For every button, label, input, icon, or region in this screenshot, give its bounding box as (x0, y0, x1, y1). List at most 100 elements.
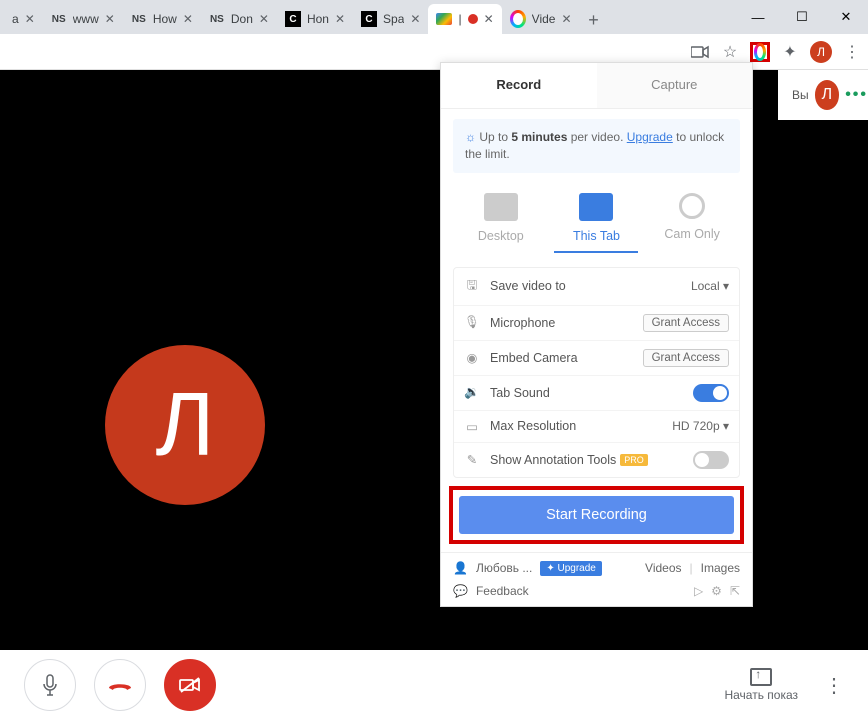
close-icon[interactable]: ✕ (484, 12, 494, 26)
mode-this-tab[interactable]: This Tab (554, 189, 638, 253)
tab-title: Vide (532, 12, 556, 26)
favicon: NS (51, 11, 67, 27)
videos-link[interactable]: Videos (645, 561, 681, 575)
present-button[interactable]: Начать показ (724, 668, 798, 702)
favicon (510, 11, 526, 27)
annotation-toggle[interactable] (693, 451, 729, 469)
browser-tab[interactable]: NS www ✕ (43, 4, 123, 34)
favicon: NS (209, 11, 225, 27)
close-window-button[interactable]: ✕ (824, 0, 868, 34)
images-link[interactable]: Images (701, 561, 740, 575)
setting-label: Microphone (490, 316, 633, 330)
close-icon[interactable]: ✕ (335, 12, 345, 26)
new-tab-button[interactable]: + (580, 6, 608, 34)
tab-capture[interactable]: Capture (597, 63, 753, 108)
browser-tab[interactable]: Vide ✕ (502, 4, 580, 34)
setting-label: Show Annotation ToolsPRO (490, 453, 683, 467)
pro-badge: PRO (620, 454, 648, 466)
browser-tab-active[interactable]: | ✕ (428, 4, 501, 34)
participant-avatar: Л (105, 345, 265, 505)
minimize-button[interactable]: — (736, 0, 780, 34)
tab-sound-toggle[interactable] (693, 384, 729, 402)
setting-resolution[interactable]: ▭ Max Resolution HD 720p ▾ (454, 410, 739, 442)
tab-title: Hon (307, 12, 329, 26)
close-icon[interactable]: ✕ (105, 12, 115, 26)
settings-icon[interactable]: ⚙ (711, 584, 722, 598)
close-icon[interactable]: ✕ (25, 12, 35, 26)
self-avatar[interactable]: Л (815, 80, 840, 110)
webcam-icon (679, 193, 705, 219)
grant-access-button[interactable]: Grant Access (643, 349, 729, 367)
close-icon[interactable]: ✕ (183, 12, 193, 26)
tab-record[interactable]: Record (441, 63, 597, 108)
banner-bold: 5 minutes (511, 130, 567, 144)
bulb-icon: ☼ (465, 130, 476, 144)
maximize-button[interactable]: ☐ (780, 0, 824, 34)
meet-bottom-bar: Начать показ ⋮ (0, 650, 868, 720)
grant-access-button[interactable]: Grant Access (643, 314, 729, 332)
banner-text: per video. (567, 130, 626, 144)
profile-avatar[interactable]: Л (810, 41, 832, 63)
start-highlight: Start Recording (449, 486, 744, 544)
camera-icon: ◉ (464, 350, 480, 365)
star-icon[interactable]: ☆ (720, 42, 740, 62)
setting-value: Local ▾ (691, 279, 729, 293)
limit-banner: ☼ Up to 5 minutes per video. Upgrade to … (453, 119, 740, 173)
user-name: Любовь ... (476, 561, 532, 575)
mode-cam-only[interactable]: Cam Only (650, 189, 734, 253)
browser-tab[interactable]: NS Don ✕ (201, 4, 277, 34)
video-library-icon[interactable]: ▷ (694, 584, 703, 598)
banner-text: Up to (479, 130, 511, 144)
window-icon (579, 193, 613, 221)
mode-desktop[interactable]: Desktop (459, 189, 543, 253)
setting-value: HD 720p ▾ (672, 419, 729, 433)
close-icon[interactable]: ✕ (561, 12, 571, 26)
setting-tab-sound: 🔉 Tab Sound (454, 375, 739, 410)
mode-label: This Tab (573, 229, 620, 243)
setting-label: Embed Camera (490, 351, 633, 365)
mic-icon: 🎙 (464, 315, 480, 330)
extensions-icon[interactable]: ✦ (780, 42, 800, 62)
sound-icon: 🔉 (464, 385, 480, 400)
feedback-link[interactable]: Feedback (476, 584, 529, 598)
browser-tabstrip: a ✕ NS www ✕ NS How ✕ NS Don ✕ C Hon ✕ C… (0, 0, 868, 34)
self-label: Вы (792, 88, 809, 102)
tab-title: | (458, 12, 461, 26)
user-icon: 👤 (453, 561, 468, 575)
tab-title: How (153, 12, 177, 26)
menu-icon[interactable]: ⋮ (842, 42, 862, 62)
camera-toggle-button[interactable] (164, 659, 216, 711)
mic-toggle-button[interactable] (24, 659, 76, 711)
tab-title: Spa (383, 12, 404, 26)
extension-highlighted-icon[interactable] (750, 42, 770, 62)
browser-tab[interactable]: C Hon ✕ (277, 4, 353, 34)
more-options-button[interactable]: ⋮ (824, 673, 844, 698)
panel-footer: 👤 Любовь ... ✦ Upgrade Videos | Images 💬… (441, 552, 752, 606)
camera-icon[interactable] (690, 42, 710, 62)
upgrade-badge[interactable]: ✦ Upgrade (540, 561, 602, 576)
browser-tab[interactable]: a ✕ (4, 4, 43, 34)
setting-label: Tab Sound (490, 386, 683, 400)
close-icon[interactable]: ✕ (259, 12, 269, 26)
upgrade-link[interactable]: Upgrade (627, 130, 673, 144)
more-icon[interactable]: ••• (845, 86, 868, 104)
setting-label: Save video to (490, 279, 681, 293)
save-icon: 🖫 (464, 276, 480, 297)
browser-tab[interactable]: NS How ✕ (123, 4, 201, 34)
favicon: C (285, 11, 301, 27)
setting-save-to[interactable]: 🖫 Save video to Local ▾ (454, 268, 739, 305)
close-icon[interactable]: ✕ (410, 12, 420, 26)
start-recording-button[interactable]: Start Recording (459, 496, 734, 534)
tab-title: a (12, 12, 19, 26)
favicon: NS (131, 11, 147, 27)
hangup-button[interactable] (94, 659, 146, 711)
window-controls: — ☐ ✕ (736, 0, 868, 34)
browser-tab[interactable]: C Spa ✕ (353, 4, 428, 34)
recorder-panel: Record Capture ☼ Up to 5 minutes per vid… (440, 62, 753, 607)
tab-title: Don (231, 12, 253, 26)
popout-icon[interactable]: ⇱ (730, 584, 740, 598)
record-icon (468, 14, 478, 24)
setting-embed-camera: ◉ Embed Camera Grant Access (454, 340, 739, 375)
favicon (436, 11, 452, 27)
present-label: Начать показ (724, 688, 798, 702)
